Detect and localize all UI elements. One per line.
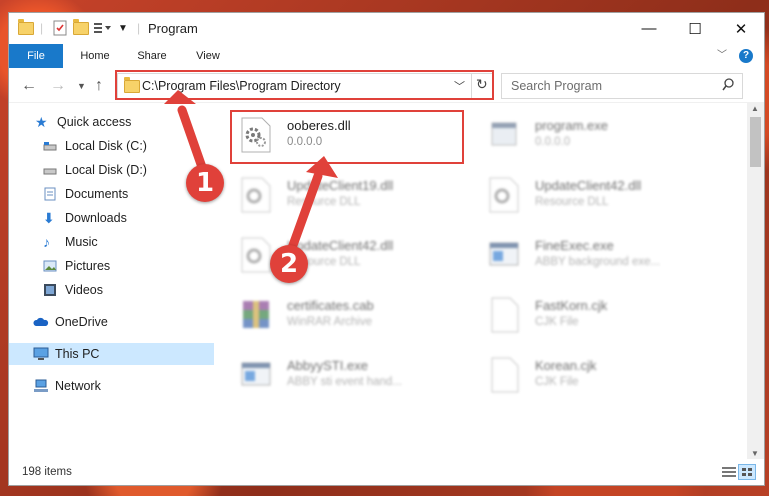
- arrow-head-address: [164, 90, 196, 104]
- arrow-head-file: [306, 156, 338, 178]
- annotation-arrows: [164, 90, 338, 253]
- annotation-badge-2: 2: [270, 245, 308, 283]
- arrow-to-address-bar: [177, 105, 208, 175]
- annotation-badge-1: 1: [186, 164, 224, 202]
- arrow-to-file: [287, 171, 323, 253]
